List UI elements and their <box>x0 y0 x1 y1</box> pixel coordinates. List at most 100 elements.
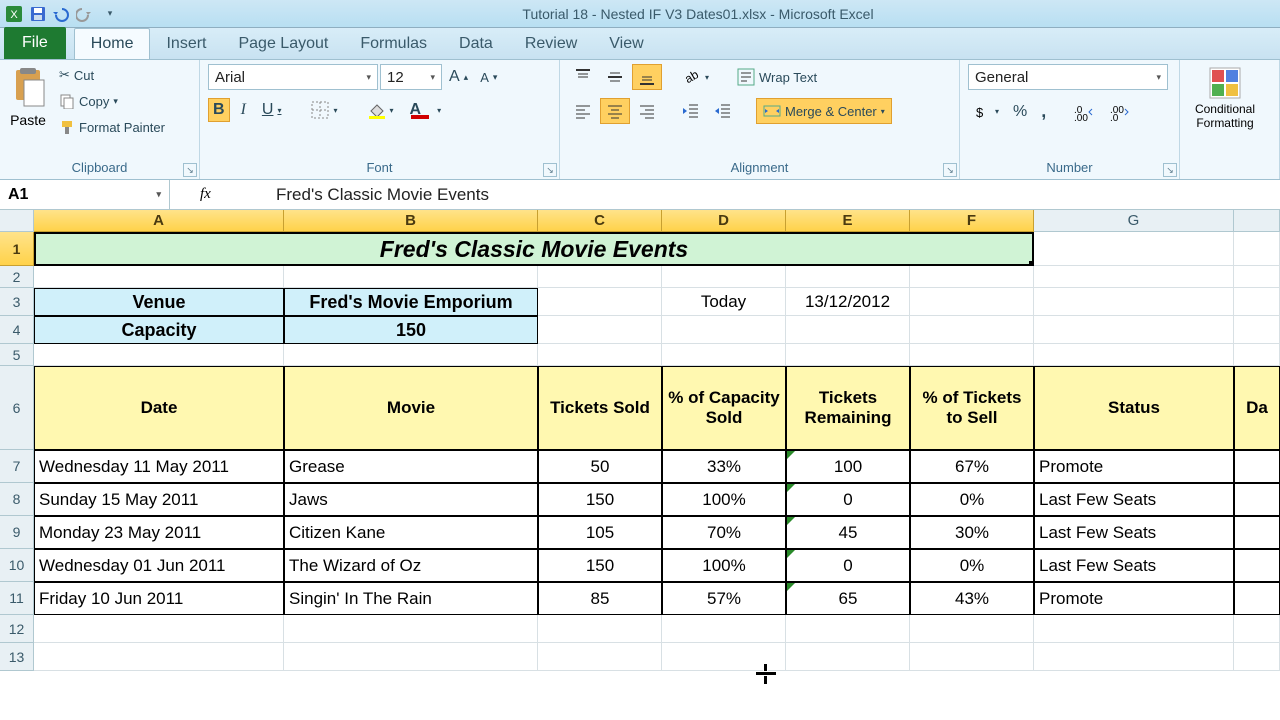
decrease-decimal-button[interactable]: .00.0 <box>1105 100 1137 124</box>
tab-page-layout[interactable]: Page Layout <box>222 29 344 59</box>
row-header-12[interactable]: 12 <box>0 615 34 643</box>
format-painter-button[interactable]: Format Painter <box>54 116 170 138</box>
row-header-11[interactable]: 11 <box>0 582 34 615</box>
row-header-5[interactable]: 5 <box>0 344 34 366</box>
cell-status[interactable]: Last Few Seats <box>1034 516 1234 549</box>
cell-sold[interactable]: 50 <box>538 450 662 483</box>
cell[interactable] <box>34 344 284 366</box>
qat-customize-icon[interactable]: ▾ <box>100 4 120 24</box>
tab-data[interactable]: Data <box>443 29 509 59</box>
cell[interactable] <box>910 344 1034 366</box>
venue-cell[interactable]: Fred's Movie Emporium <box>284 288 538 316</box>
cell[interactable] <box>786 615 910 643</box>
hdr-movie[interactable]: Movie <box>284 366 538 450</box>
col-header-f[interactable]: F <box>910 210 1034 232</box>
cell-status[interactable]: Last Few Seats <box>1034 549 1234 582</box>
cell[interactable] <box>1034 316 1234 344</box>
row-header-1[interactable]: 1 <box>0 232 34 266</box>
save-icon[interactable] <box>28 4 48 24</box>
cell[interactable] <box>1234 615 1280 643</box>
hdr-date[interactable]: Date <box>34 366 284 450</box>
today-cell[interactable]: 13/12/2012 <box>786 288 910 316</box>
row-header-2[interactable]: 2 <box>0 266 34 288</box>
cell-pct-sell[interactable]: 67% <box>910 450 1034 483</box>
col-header-e[interactable]: E <box>786 210 910 232</box>
cell-date[interactable]: Monday 23 May 2011 <box>34 516 284 549</box>
orientation-button[interactable]: ab▾ <box>676 64 714 90</box>
cell-pct-cap[interactable]: 33% <box>662 450 786 483</box>
cell[interactable] <box>662 266 786 288</box>
fx-icon[interactable]: fx <box>200 186 211 203</box>
grow-font-button[interactable]: A▴ <box>444 65 473 89</box>
cell[interactable] <box>1034 344 1234 366</box>
cell[interactable] <box>1234 643 1280 671</box>
cell[interactable] <box>1034 615 1234 643</box>
col-header-g[interactable]: G <box>1034 210 1234 232</box>
cell-date[interactable]: Wednesday 11 May 2011 <box>34 450 284 483</box>
col-header-c[interactable]: C <box>538 210 662 232</box>
tab-view[interactable]: View <box>593 29 659 59</box>
row-header-7[interactable]: 7 <box>0 450 34 483</box>
cell[interactable] <box>538 344 662 366</box>
decrease-indent-button[interactable] <box>676 98 706 124</box>
name-box[interactable]: A1▾ <box>0 180 170 209</box>
cell-status[interactable]: Promote <box>1034 582 1234 615</box>
cell[interactable] <box>910 316 1034 344</box>
wrap-text-button[interactable]: Wrap Text <box>732 65 822 89</box>
font-size-combo[interactable]: 12▾ <box>380 64 442 90</box>
cell[interactable] <box>910 615 1034 643</box>
shrink-font-button[interactable]: A▾ <box>475 67 502 88</box>
hdr-pct-sell[interactable]: % of Tickets to Sell <box>910 366 1034 450</box>
col-header-a[interactable]: A <box>34 210 284 232</box>
cell[interactable] <box>1234 483 1280 516</box>
increase-decimal-button[interactable]: .0.00 <box>1069 100 1101 124</box>
align-left-button[interactable] <box>568 98 598 124</box>
row-header-8[interactable]: 8 <box>0 483 34 516</box>
cell[interactable] <box>1034 232 1234 266</box>
cell[interactable] <box>910 288 1034 316</box>
cell[interactable] <box>662 316 786 344</box>
cell-sold[interactable]: 105 <box>538 516 662 549</box>
tab-insert[interactable]: Insert <box>150 29 222 59</box>
formula-input[interactable]: Fred's Classic Movie Events <box>270 185 1280 205</box>
cell-sold[interactable]: 85 <box>538 582 662 615</box>
alignment-launcher[interactable]: ↘ <box>943 163 957 177</box>
cell[interactable] <box>34 266 284 288</box>
cell-date[interactable]: Friday 10 Jun 2011 <box>34 582 284 615</box>
cell[interactable] <box>1234 450 1280 483</box>
cell-pct-cap[interactable]: 70% <box>662 516 786 549</box>
percent-format-button[interactable]: % <box>1008 100 1032 124</box>
row-header-9[interactable]: 9 <box>0 516 34 549</box>
cell[interactable] <box>910 266 1034 288</box>
cell[interactable] <box>284 615 538 643</box>
font-name-combo[interactable]: Arial▾ <box>208 64 378 90</box>
row-header-4[interactable]: 4 <box>0 316 34 344</box>
cell-movie[interactable]: Singin' In The Rain <box>284 582 538 615</box>
align-middle-button[interactable] <box>600 64 630 90</box>
font-launcher[interactable]: ↘ <box>543 163 557 177</box>
cell[interactable] <box>910 643 1034 671</box>
cell[interactable] <box>1234 232 1280 266</box>
cell[interactable] <box>34 615 284 643</box>
cell-pct-cap[interactable]: 100% <box>662 483 786 516</box>
cell[interactable] <box>538 288 662 316</box>
cell-sold[interactable]: 150 <box>538 483 662 516</box>
cell[interactable] <box>1034 288 1234 316</box>
cell-pct-cap[interactable]: 100% <box>662 549 786 582</box>
cell[interactable] <box>1034 266 1234 288</box>
cell[interactable] <box>1234 288 1280 316</box>
align-bottom-button[interactable] <box>632 64 662 90</box>
align-right-button[interactable] <box>632 98 662 124</box>
select-all-corner[interactable] <box>0 210 34 232</box>
cell[interactable] <box>1234 549 1280 582</box>
cell-pct-sell[interactable]: 30% <box>910 516 1034 549</box>
clipboard-launcher[interactable]: ↘ <box>183 163 197 177</box>
cell[interactable] <box>1234 516 1280 549</box>
cell-pct-sell[interactable]: 43% <box>910 582 1034 615</box>
number-launcher[interactable]: ↘ <box>1163 163 1177 177</box>
redo-icon[interactable] <box>76 4 96 24</box>
cell-movie[interactable]: Citizen Kane <box>284 516 538 549</box>
cell[interactable] <box>284 266 538 288</box>
comma-format-button[interactable]: , <box>1036 98 1051 125</box>
undo-icon[interactable] <box>52 4 72 24</box>
